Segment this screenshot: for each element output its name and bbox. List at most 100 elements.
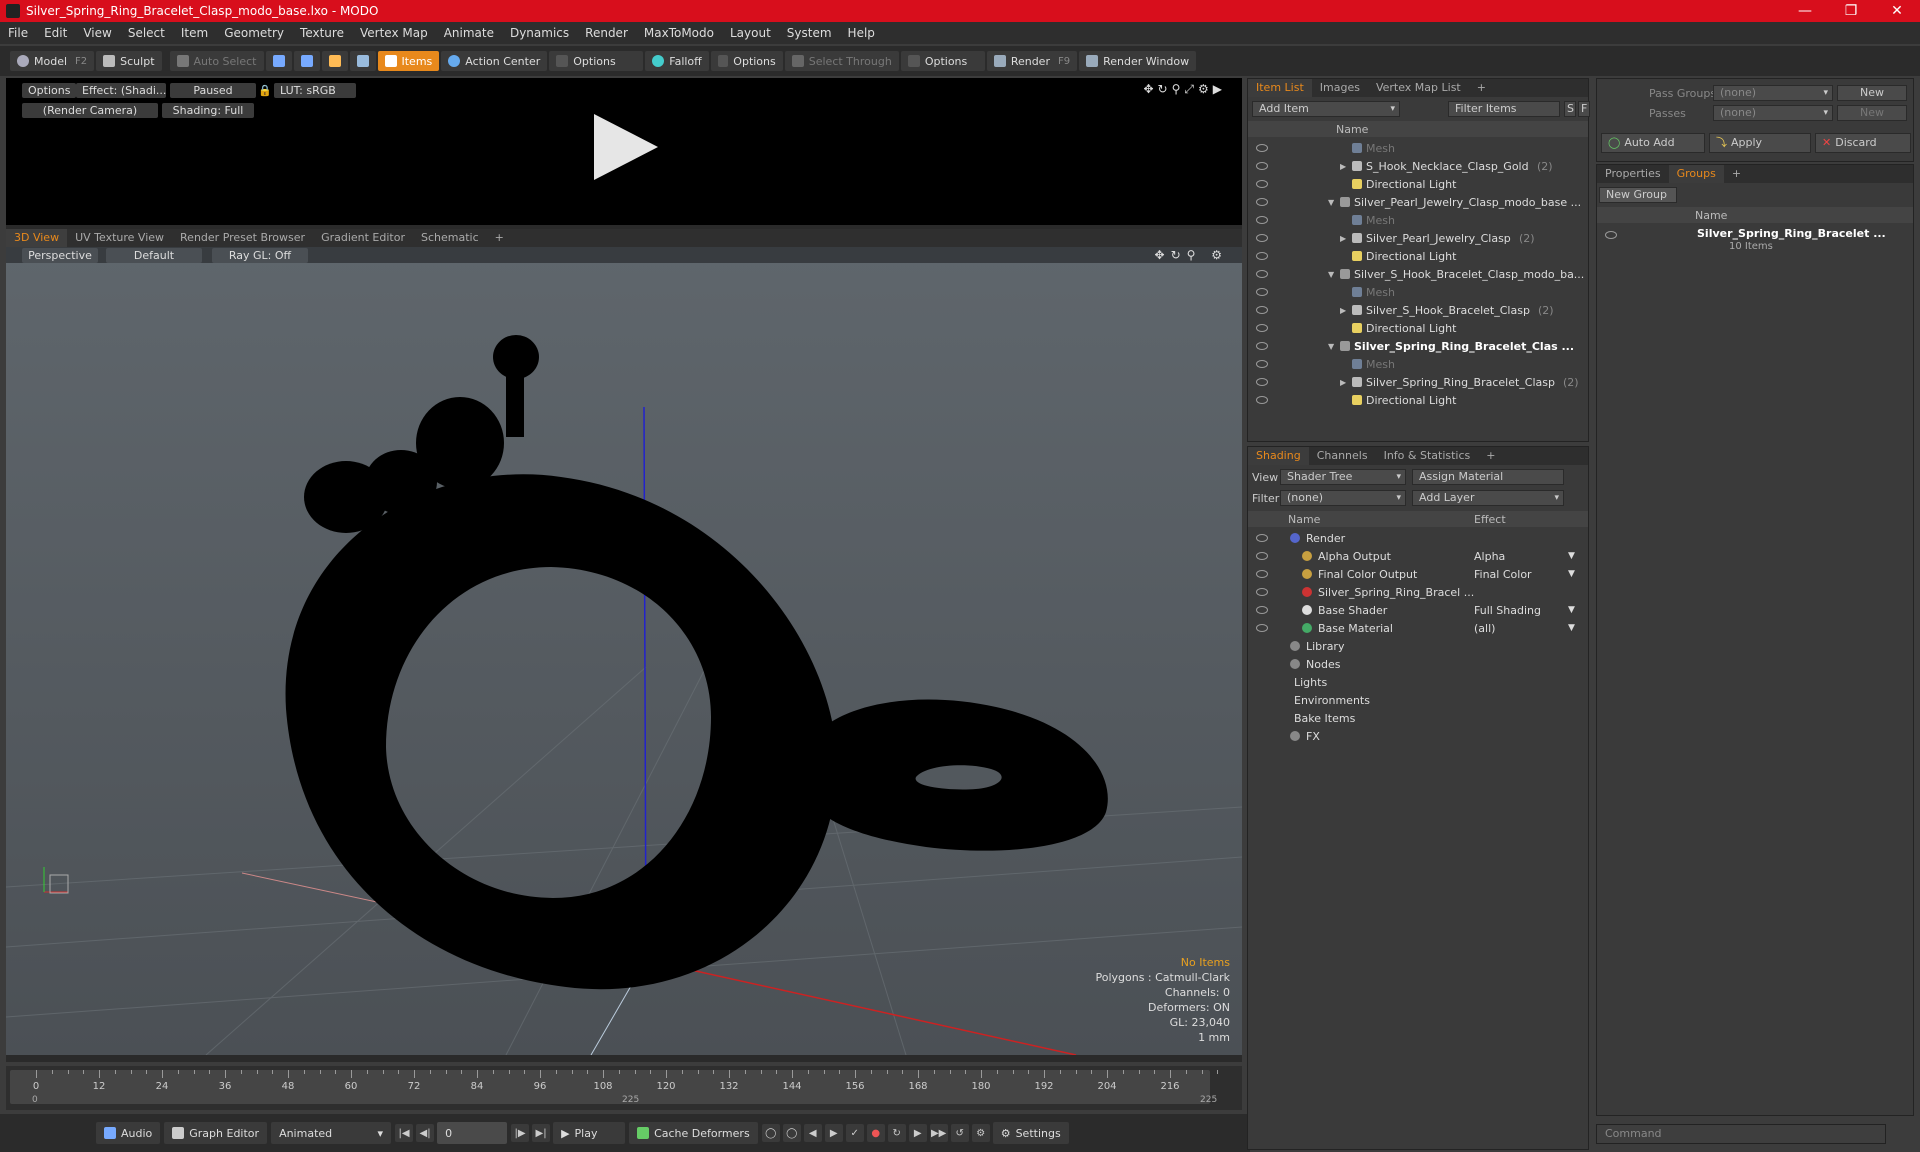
tab-properties[interactable]: Properties — [1597, 165, 1669, 183]
tab-info-statistics[interactable]: Info & Statistics — [1376, 447, 1479, 465]
items-mode-button[interactable]: Items — [377, 51, 440, 71]
apply-button[interactable]: ⤵ Apply — [1709, 133, 1811, 153]
tab-images[interactable]: Images — [1312, 79, 1368, 97]
menu-file[interactable]: File — [0, 26, 36, 40]
visibility-eye-icon[interactable] — [1256, 606, 1268, 614]
item-list-row[interactable]: Directional Light — [1248, 175, 1588, 193]
shading-dropdown[interactable]: Shading: Full — [162, 103, 254, 118]
restore-icon[interactable]: ❐ — [1828, 3, 1874, 19]
action-center-options-button[interactable]: Options — [549, 51, 644, 71]
timeline-ruler[interactable]: 0 225 225 0 12 24 36 48 60 72 84 96 108 120 132 144 1… — [10, 1070, 1219, 1105]
visibility-eye-icon[interactable] — [1605, 231, 1617, 239]
falloff-button[interactable]: Falloff — [645, 51, 709, 71]
play-button[interactable]: ▶ Play — [553, 1122, 626, 1144]
next-key-icon[interactable]: |▶ — [511, 1124, 530, 1142]
command-input[interactable]: Command — [1596, 1124, 1886, 1144]
item-list-row[interactable]: Directional Light — [1248, 391, 1588, 409]
item-list-row[interactable]: Directional Light — [1248, 247, 1588, 265]
visibility-eye-icon[interactable] — [1256, 234, 1268, 242]
visibility-eye-icon[interactable] — [1256, 270, 1268, 278]
refresh-icon[interactable]: ↺ — [950, 1124, 969, 1142]
visibility-eye-icon[interactable] — [1256, 342, 1268, 350]
tab-item-list[interactable]: Item List — [1248, 79, 1312, 97]
visibility-eye-icon[interactable] — [1256, 624, 1268, 632]
expand-arrow-icon[interactable]: ▶ — [1340, 306, 1346, 315]
effect-dropdown-icon[interactable]: ▼ — [1568, 569, 1575, 579]
edges-mode-button[interactable] — [293, 51, 320, 71]
prev-frame-icon[interactable]: ◀ — [803, 1124, 822, 1142]
tab-render-preset-browser[interactable]: Render Preset Browser — [172, 229, 313, 247]
prev-key-icon[interactable]: ◀| — [416, 1124, 435, 1142]
expand-arrow-icon[interactable]: ▼ — [1328, 270, 1334, 279]
tab-channels[interactable]: Channels — [1309, 447, 1376, 465]
record-icon[interactable]: ● — [866, 1124, 885, 1142]
first-frame-icon[interactable]: |◀ — [395, 1124, 414, 1142]
menu-texture[interactable]: Texture — [292, 26, 352, 40]
shader-tree-row[interactable]: Final Color Output Final Color ▼ — [1248, 565, 1588, 583]
falloff-options-button[interactable]: Options — [710, 51, 783, 71]
cache-deformers-button[interactable]: Cache Deformers — [629, 1122, 758, 1144]
tab-vertex-map-list[interactable]: Vertex Map List — [1368, 79, 1469, 97]
visibility-eye-icon[interactable] — [1256, 552, 1268, 560]
last-frame-icon[interactable]: ▶| — [532, 1124, 551, 1142]
render-window-button[interactable]: Render Window — [1079, 51, 1197, 71]
add-item-dropdown[interactable]: Add Item ▾ — [1252, 101, 1400, 117]
visibility-eye-icon[interactable] — [1256, 570, 1268, 578]
tab-shading[interactable]: Shading — [1248, 447, 1309, 465]
shader-tree-row[interactable]: Environments — [1248, 691, 1588, 709]
item-list-row[interactable]: Directional Light — [1248, 319, 1588, 337]
item-list-row[interactable]: Mesh — [1248, 211, 1588, 229]
item-list-row[interactable]: ▶ Silver_Spring_Ring_Bracelet_Clasp (2) — [1248, 373, 1588, 391]
graph-editor-button[interactable]: Graph Editor — [164, 1122, 268, 1144]
visibility-eye-icon[interactable] — [1256, 306, 1268, 314]
menu-edit[interactable]: Edit — [36, 26, 75, 40]
lut-dropdown[interactable]: LUT: sRGB — [274, 83, 356, 98]
frame-input[interactable]: 0 — [437, 1122, 508, 1144]
add-tab-icon[interactable]: + — [1724, 165, 1749, 183]
tab-3d-view[interactable]: 3D View — [6, 229, 68, 247]
auto-key-icon[interactable]: ✓ — [845, 1124, 864, 1142]
select-through-button[interactable]: Select Through — [784, 51, 899, 71]
visibility-eye-icon[interactable] — [1256, 180, 1268, 188]
item-list-row[interactable]: ▶ S_Hook_Necklace_Clasp_Gold (2) — [1248, 157, 1588, 175]
next-frame-icon[interactable]: ▶ — [824, 1124, 843, 1142]
filter-f-button[interactable]: F — [1578, 101, 1590, 117]
sculpt-mode-button[interactable]: Sculpt — [96, 51, 162, 71]
item-list-row[interactable]: ▼ Silver_Spring_Ring_Bracelet_Clas ... — [1248, 337, 1588, 355]
visibility-eye-icon[interactable] — [1256, 252, 1268, 260]
add-layer-dropdown[interactable]: Add Layer ▾ — [1412, 490, 1564, 506]
menu-animate[interactable]: Animate — [436, 26, 502, 40]
camera-dropdown[interactable]: (Render Camera) — [22, 103, 158, 118]
filter-s-button[interactable]: S — [1564, 101, 1576, 117]
assign-material-button[interactable]: Assign Material — [1412, 469, 1564, 485]
item-list-row[interactable]: ▼ Silver_Pearl_Jewelry_Clasp_modo_base ..… — [1248, 193, 1588, 211]
visibility-eye-icon[interactable] — [1256, 162, 1268, 170]
shader-tree-row[interactable]: Silver_Spring_Ring_Bracel ... — [1248, 583, 1588, 601]
discard-button[interactable]: ✕ Discard — [1815, 133, 1911, 153]
visibility-eye-icon[interactable] — [1256, 378, 1268, 386]
tab-uv-texture-view[interactable]: UV Texture View — [67, 229, 172, 247]
settings-button[interactable]: ⚙ Settings — [992, 1122, 1069, 1144]
loop-icon[interactable]: ↻ — [887, 1124, 906, 1142]
expand-arrow-icon[interactable]: ▶ — [1340, 378, 1346, 387]
expand-arrow-icon[interactable]: ▶ — [1340, 162, 1346, 171]
new-pass-button[interactable]: New — [1837, 105, 1907, 121]
play-icon[interactable] — [594, 114, 658, 180]
shader-effect-value[interactable]: Full Shading — [1474, 604, 1541, 617]
shader-tree-row[interactable]: Bake Items — [1248, 709, 1588, 727]
expand-arrow-icon[interactable]: ▼ — [1328, 342, 1334, 351]
3d-viewport[interactable]: Perspective Default Ray GL: Off ✥↻⚲ ⚙ No… — [6, 247, 1242, 1055]
new-pass-group-button[interactable]: New — [1837, 85, 1907, 101]
audio-button[interactable]: Audio — [96, 1122, 161, 1144]
skip-icon[interactable]: ▶▶ — [929, 1124, 948, 1142]
lock-icon[interactable]: 🔒 — [256, 83, 274, 98]
visibility-eye-icon[interactable] — [1256, 198, 1268, 206]
vertices-mode-button[interactable] — [265, 51, 292, 71]
preview-paused-button[interactable]: Paused — [170, 83, 256, 98]
visibility-eye-icon[interactable] — [1256, 144, 1268, 152]
materials-mode-button[interactable] — [349, 51, 376, 71]
item-list-row[interactable]: ▶ Silver_Pearl_Jewelry_Clasp (2) — [1248, 229, 1588, 247]
shader-tree-row[interactable]: Lights — [1248, 673, 1588, 691]
auto-add-button[interactable]: ◯ Auto Add — [1601, 133, 1705, 153]
item-list-row[interactable]: Mesh — [1248, 355, 1588, 373]
